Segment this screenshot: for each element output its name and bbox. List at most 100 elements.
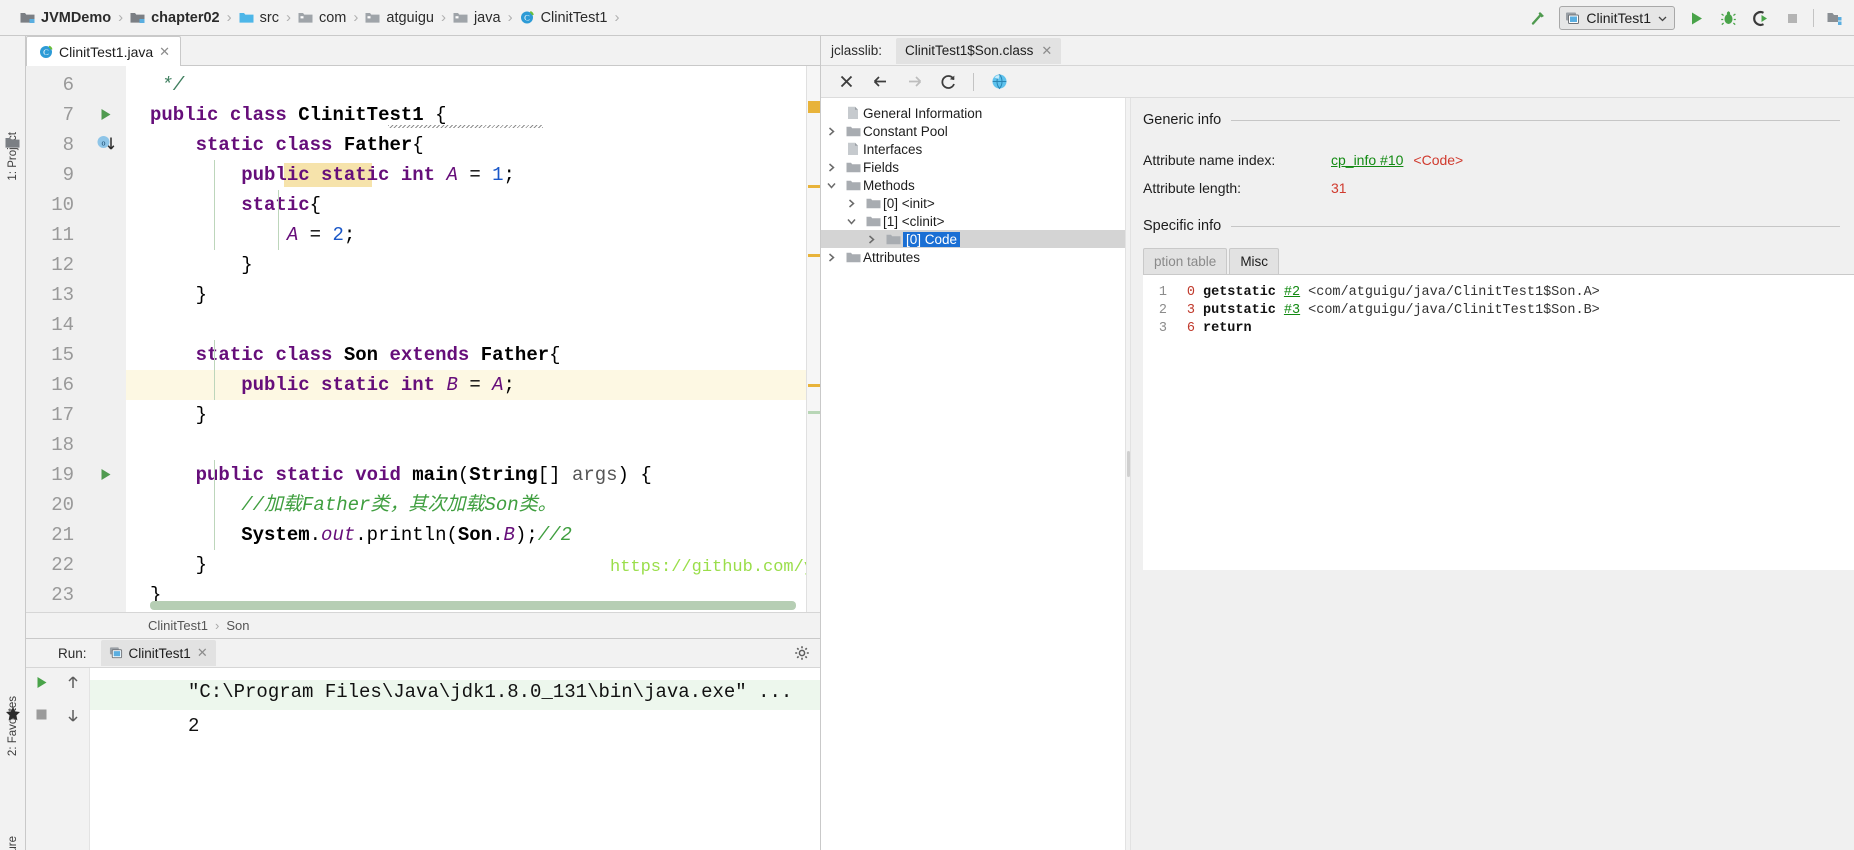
code-line: //加载Father类，其次加载Son类。 [241,494,557,516]
chevron-right-icon[interactable] [827,162,843,172]
arrow-up-icon[interactable] [66,675,80,690]
close-icon[interactable]: ✕ [1041,43,1052,59]
run-icon[interactable] [1685,7,1707,29]
close-icon[interactable]: ✕ [159,44,170,60]
reload-icon[interactable] [935,70,961,94]
breadcrumb-inner-class[interactable]: Son [226,618,249,633]
console-program-output: 2 [188,715,200,737]
code-editor[interactable]: 6 7 8 o 9 10 11 12 13 14 15 16 17 18 19 20 21 22 23 */publ… [26,66,806,612]
close-icon[interactable]: ✕ [197,645,208,661]
bytecode-constant-ref[interactable]: #3 [1284,303,1300,318]
bytecode-listing[interactable]: 1 0 getstatic #2 <com/atguigu/java/ClinitTes… [1143,274,1854,570]
tree-node-attributes[interactable]: Attributes [821,248,1125,266]
bytecode-constant-ref[interactable]: #2 [1284,285,1300,300]
hammer-icon[interactable] [1527,7,1549,29]
folder-icon [863,197,883,210]
project-structure-icon[interactable] [1824,7,1846,29]
jclasslib-tab[interactable]: ClinitTest1$Son.class ✕ [896,37,1062,64]
close-icon[interactable] [833,70,859,94]
stripe-mark[interactable] [808,384,820,387]
jclasslib-splitter[interactable] [1125,98,1131,850]
breadcrumb-item-jvmdemo[interactable]: JVMDemo [20,0,113,36]
indent-guide [214,160,215,250]
tree-node-general-information[interactable]: General Information [821,104,1125,122]
run-configuration-selector[interactable]: ClinitTest1 [1559,6,1675,30]
breadcrumb-item-label: ClinitTest1 [540,9,608,26]
breadcrumb-separator: › [440,9,446,26]
stop-icon [1781,7,1803,29]
chevron-right-icon[interactable] [847,198,863,208]
rerun-icon[interactable] [34,675,49,690]
chevron-down-icon[interactable] [827,181,843,190]
line-number: 15 [51,344,74,366]
stripe-mark[interactable] [808,185,820,188]
tree-node-0-code[interactable]: [0] Code [821,230,1125,248]
line-number: 13 [51,284,74,306]
tree-node-interfaces[interactable]: Interfaces [821,140,1125,158]
stripe-mark[interactable] [808,254,820,257]
run-label: Run: [58,645,87,661]
tree-node-fields[interactable]: Fields [821,158,1125,176]
bytecode-mnemonic: getstatic [1203,284,1276,300]
console-command: "C:\Program Files\Java\jdk1.8.0_131\bin\… [188,681,793,703]
editor-gutter[interactable]: 6 7 8 o 9 10 11 12 13 14 15 16 17 18 19 20 21 22 23 [26,66,146,612]
class-icon: C [39,45,53,59]
bytecode-line-number: 1 [1158,284,1167,300]
run-tool-window-body: "C:\Program Files\Java\jdk1.8.0_131\bin\… [26,668,820,850]
code-line: static class Son extends Father{ [195,344,561,366]
error-stripe-gutter[interactable] [806,66,820,612]
bytecode-mnemonic: return [1203,320,1252,336]
chevron-right-icon[interactable] [827,252,843,262]
generic-info-title: Generic info [1143,112,1222,128]
chevron-right-icon[interactable] [827,126,843,136]
stripe-mark-change[interactable] [808,411,820,414]
tree-node-label: Methods [863,177,915,193]
tree-node-0-init[interactable]: [0] <init> [821,194,1125,212]
breadcrumb-item-java[interactable]: java [453,0,503,36]
tab-misc[interactable]: Misc [1229,248,1280,274]
tree-node-1-clinit[interactable]: [1] <clinit> [821,212,1125,230]
chevron-down-icon[interactable] [847,217,863,226]
arrow-right-icon [901,70,927,94]
debug-icon[interactable] [1717,7,1739,29]
gutter-overridden-icon[interactable]: o [96,135,118,155]
bytecode-line-number: 3 [1158,320,1167,336]
run-tab-clinittest1[interactable]: ClinitTest1 ✕ [100,640,216,666]
bytecode-descriptor: <com/atguigu/java/ClinitTest1$Son.A> [1308,284,1600,300]
code-line: } [195,284,208,306]
sidebar-item-structure[interactable]: Structure [7,836,19,850]
run-with-coverage-icon[interactable] [1749,7,1771,29]
gear-icon[interactable] [794,645,810,661]
breadcrumb-item-src[interactable]: src [239,0,281,36]
stripe-mark-warning[interactable] [808,101,820,113]
chevron-down-icon[interactable] [1657,13,1668,24]
tree-node-constant-pool[interactable]: Constant Pool [821,122,1125,140]
gutter-run-icon[interactable] [98,107,113,122]
horizontal-scrollbar[interactable] [150,601,796,610]
chevron-right-icon[interactable] [867,234,883,244]
tab-exception-table[interactable]: ption table [1143,248,1228,274]
jclasslib-tab-label: ClinitTest1$Son.class [905,43,1034,58]
globe-icon[interactable] [986,70,1012,94]
left-tool-rail: 1: Project 2: Favorites Structure [0,36,26,850]
breadcrumb-class[interactable]: ClinitTest1 [148,618,208,633]
class-structure-tree[interactable]: General Information Constant Pool Interfac… [821,98,1125,850]
editor-tab-clinittest1[interactable]: C ClinitTest1.java ✕ [26,36,182,66]
folder-icon [863,215,883,228]
breadcrumb-item-com[interactable]: com [298,0,348,36]
sidebar-item-favorites[interactable]: 2: Favorites [7,696,19,756]
cp-info-link[interactable]: cp_info #10 [1331,152,1403,168]
breadcrumb-item-chapter02[interactable]: chapter02 [130,0,222,36]
arrow-down-icon[interactable] [66,708,80,723]
gutter-run-icon[interactable] [98,467,113,482]
arrow-left-icon[interactable] [867,70,893,94]
breadcrumb-item-clinittest1[interactable]: C ClinitTest1 [520,0,610,36]
run-tool-window: Run: ClinitTest1 ✕ "C:\Program Files\Jav… [26,638,820,850]
code-text-area[interactable]: */public class ClinitTest1 { static clas… [126,66,806,612]
code-line: } [195,404,208,426]
console-output[interactable]: "C:\Program Files\Java\jdk1.8.0_131\bin\… [90,668,820,850]
tree-node-methods[interactable]: Methods [821,176,1125,194]
breadcrumb-item-atguigu[interactable]: atguigu [365,0,436,36]
stop-icon[interactable] [35,708,48,721]
run-side-actions [26,668,90,850]
